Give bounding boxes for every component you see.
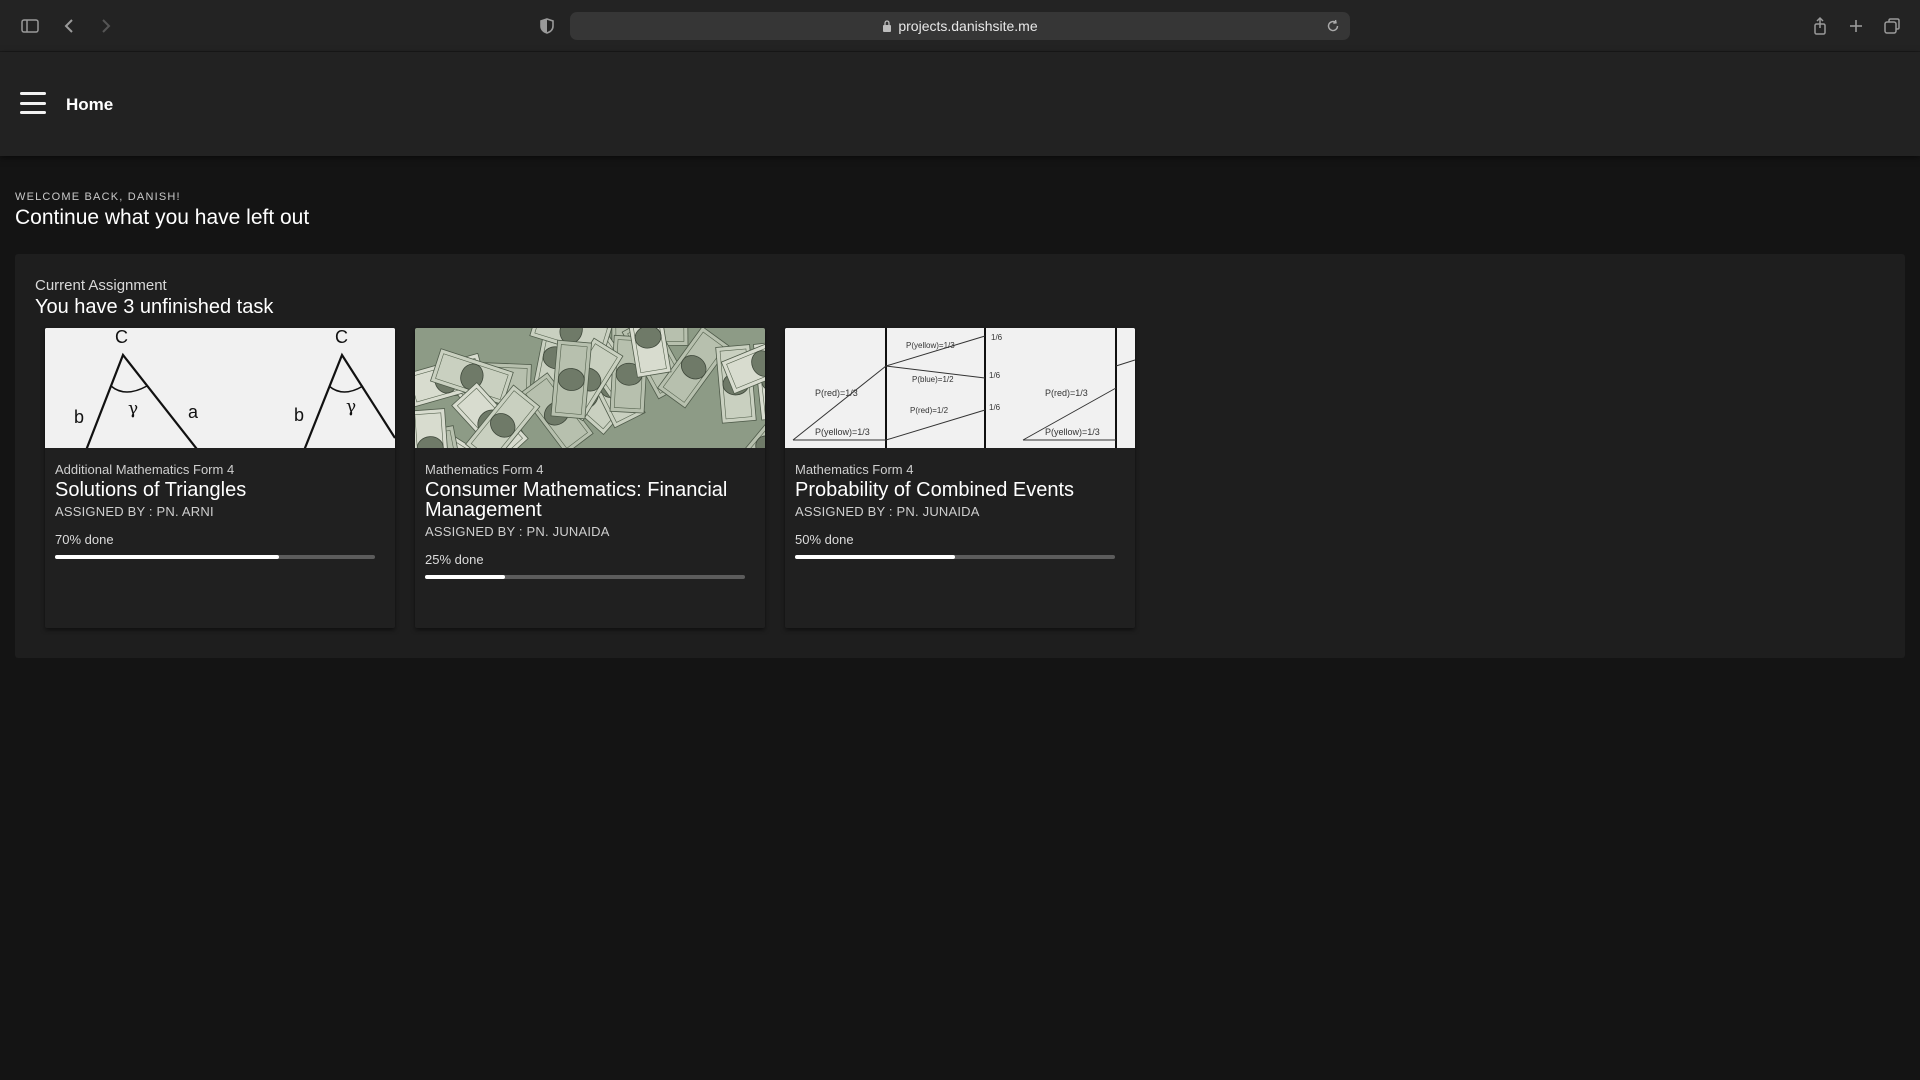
tab-overview-icon[interactable] — [1879, 13, 1905, 39]
panel-kicker: Current Assignment — [35, 277, 167, 294]
svg-text:P(yellow)=1/3: P(yellow)=1/3 — [906, 341, 955, 350]
svg-text:γ: γ — [346, 397, 356, 417]
page-title: Home — [66, 95, 114, 114]
card-subject: Mathematics Form 4 — [795, 462, 914, 477]
svg-text:P(yellow)=1/3: P(yellow)=1/3 — [815, 427, 870, 437]
svg-text:C: C — [115, 328, 128, 347]
svg-text:1/6: 1/6 — [989, 403, 1001, 412]
card-progress-label: 50% done — [795, 532, 854, 547]
url-text: projects.danishsite.me — [898, 18, 1038, 34]
welcome-kicker: WELCOME BACK, DANISH! — [15, 191, 181, 203]
sidebar-toggle-icon[interactable] — [17, 13, 43, 39]
privacy-shield-icon[interactable] — [534, 13, 560, 39]
progress-bar — [795, 555, 1115, 559]
welcome-heading: Continue what you have left out — [15, 206, 310, 229]
money-photo-image — [415, 328, 765, 448]
panel-heading: You have 3 unfinished task — [35, 296, 274, 318]
current-assignment-panel: Current Assignment You have 3 unfinished… — [15, 254, 1905, 658]
card-title: Consumer Mathematics: Financial Manageme… — [425, 479, 728, 521]
svg-text:P(yellow)=1/3: P(yellow)=1/3 — [1045, 427, 1100, 437]
progress-bar — [55, 555, 375, 559]
tree-diagram-image: P(yellow)=1/3 P(red)=1/3 P(yellow)=1/3 P… — [785, 328, 1135, 448]
progress-fill — [425, 575, 505, 579]
svg-text:b: b — [294, 405, 304, 425]
card-progress-label: 70% done — [55, 532, 114, 547]
svg-text:1/6: 1/6 — [989, 371, 1001, 380]
card-subject: Additional Mathematics Form 4 — [55, 462, 235, 477]
card-assigned-by: ASSIGNED BY : PN. JUNAIDA — [425, 524, 610, 539]
progress-fill — [55, 555, 279, 559]
browser-toolbar: projects.danishsite.me — [0, 0, 1920, 52]
svg-text:C: C — [335, 328, 348, 347]
svg-text:P(red)=1/3: P(red)=1/3 — [1045, 388, 1088, 398]
assignment-card[interactable]: C γ a b C γ b Additional Mathematics For… — [45, 328, 395, 628]
reload-icon[interactable] — [1324, 17, 1342, 35]
svg-text:P(blue)=1/2: P(blue)=1/2 — [912, 375, 954, 384]
app-header: Home — [0, 52, 1920, 156]
progress-fill — [795, 555, 955, 559]
share-icon[interactable] — [1807, 13, 1833, 39]
svg-text:γ: γ — [128, 399, 138, 419]
back-icon[interactable] — [57, 13, 83, 39]
svg-text:P(red)=1/2: P(red)=1/2 — [910, 406, 949, 415]
svg-text:1/6: 1/6 — [991, 333, 1003, 342]
card-subject: Mathematics Form 4 — [425, 462, 544, 477]
card-progress-label: 25% done — [425, 552, 484, 567]
progress-bar — [425, 575, 745, 579]
address-bar[interactable]: projects.danishsite.me — [570, 12, 1350, 40]
hamburger-menu-icon[interactable] — [20, 92, 46, 114]
assignment-card[interactable]: P(yellow)=1/3 P(red)=1/3 P(yellow)=1/3 P… — [785, 328, 1135, 628]
triangle-diagram-image: C γ a b C γ b — [45, 328, 395, 448]
new-tab-icon[interactable] — [1843, 13, 1869, 39]
svg-text:b: b — [74, 407, 84, 427]
card-assigned-by: ASSIGNED BY : PN. JUNAIDA — [795, 504, 980, 519]
card-title: Probability of Combined Events — [795, 479, 1075, 501]
svg-text:P(red)=1/3: P(red)=1/3 — [815, 388, 858, 398]
svg-text:a: a — [188, 402, 199, 422]
forward-icon[interactable] — [92, 13, 118, 39]
card-assigned-by: ASSIGNED BY : PN. ARNI — [55, 504, 214, 519]
assignment-card[interactable]: Mathematics Form 4 Consumer Mathematics:… — [415, 328, 765, 628]
lock-icon — [882, 20, 892, 32]
card-title: Solutions of Triangles — [55, 479, 247, 501]
